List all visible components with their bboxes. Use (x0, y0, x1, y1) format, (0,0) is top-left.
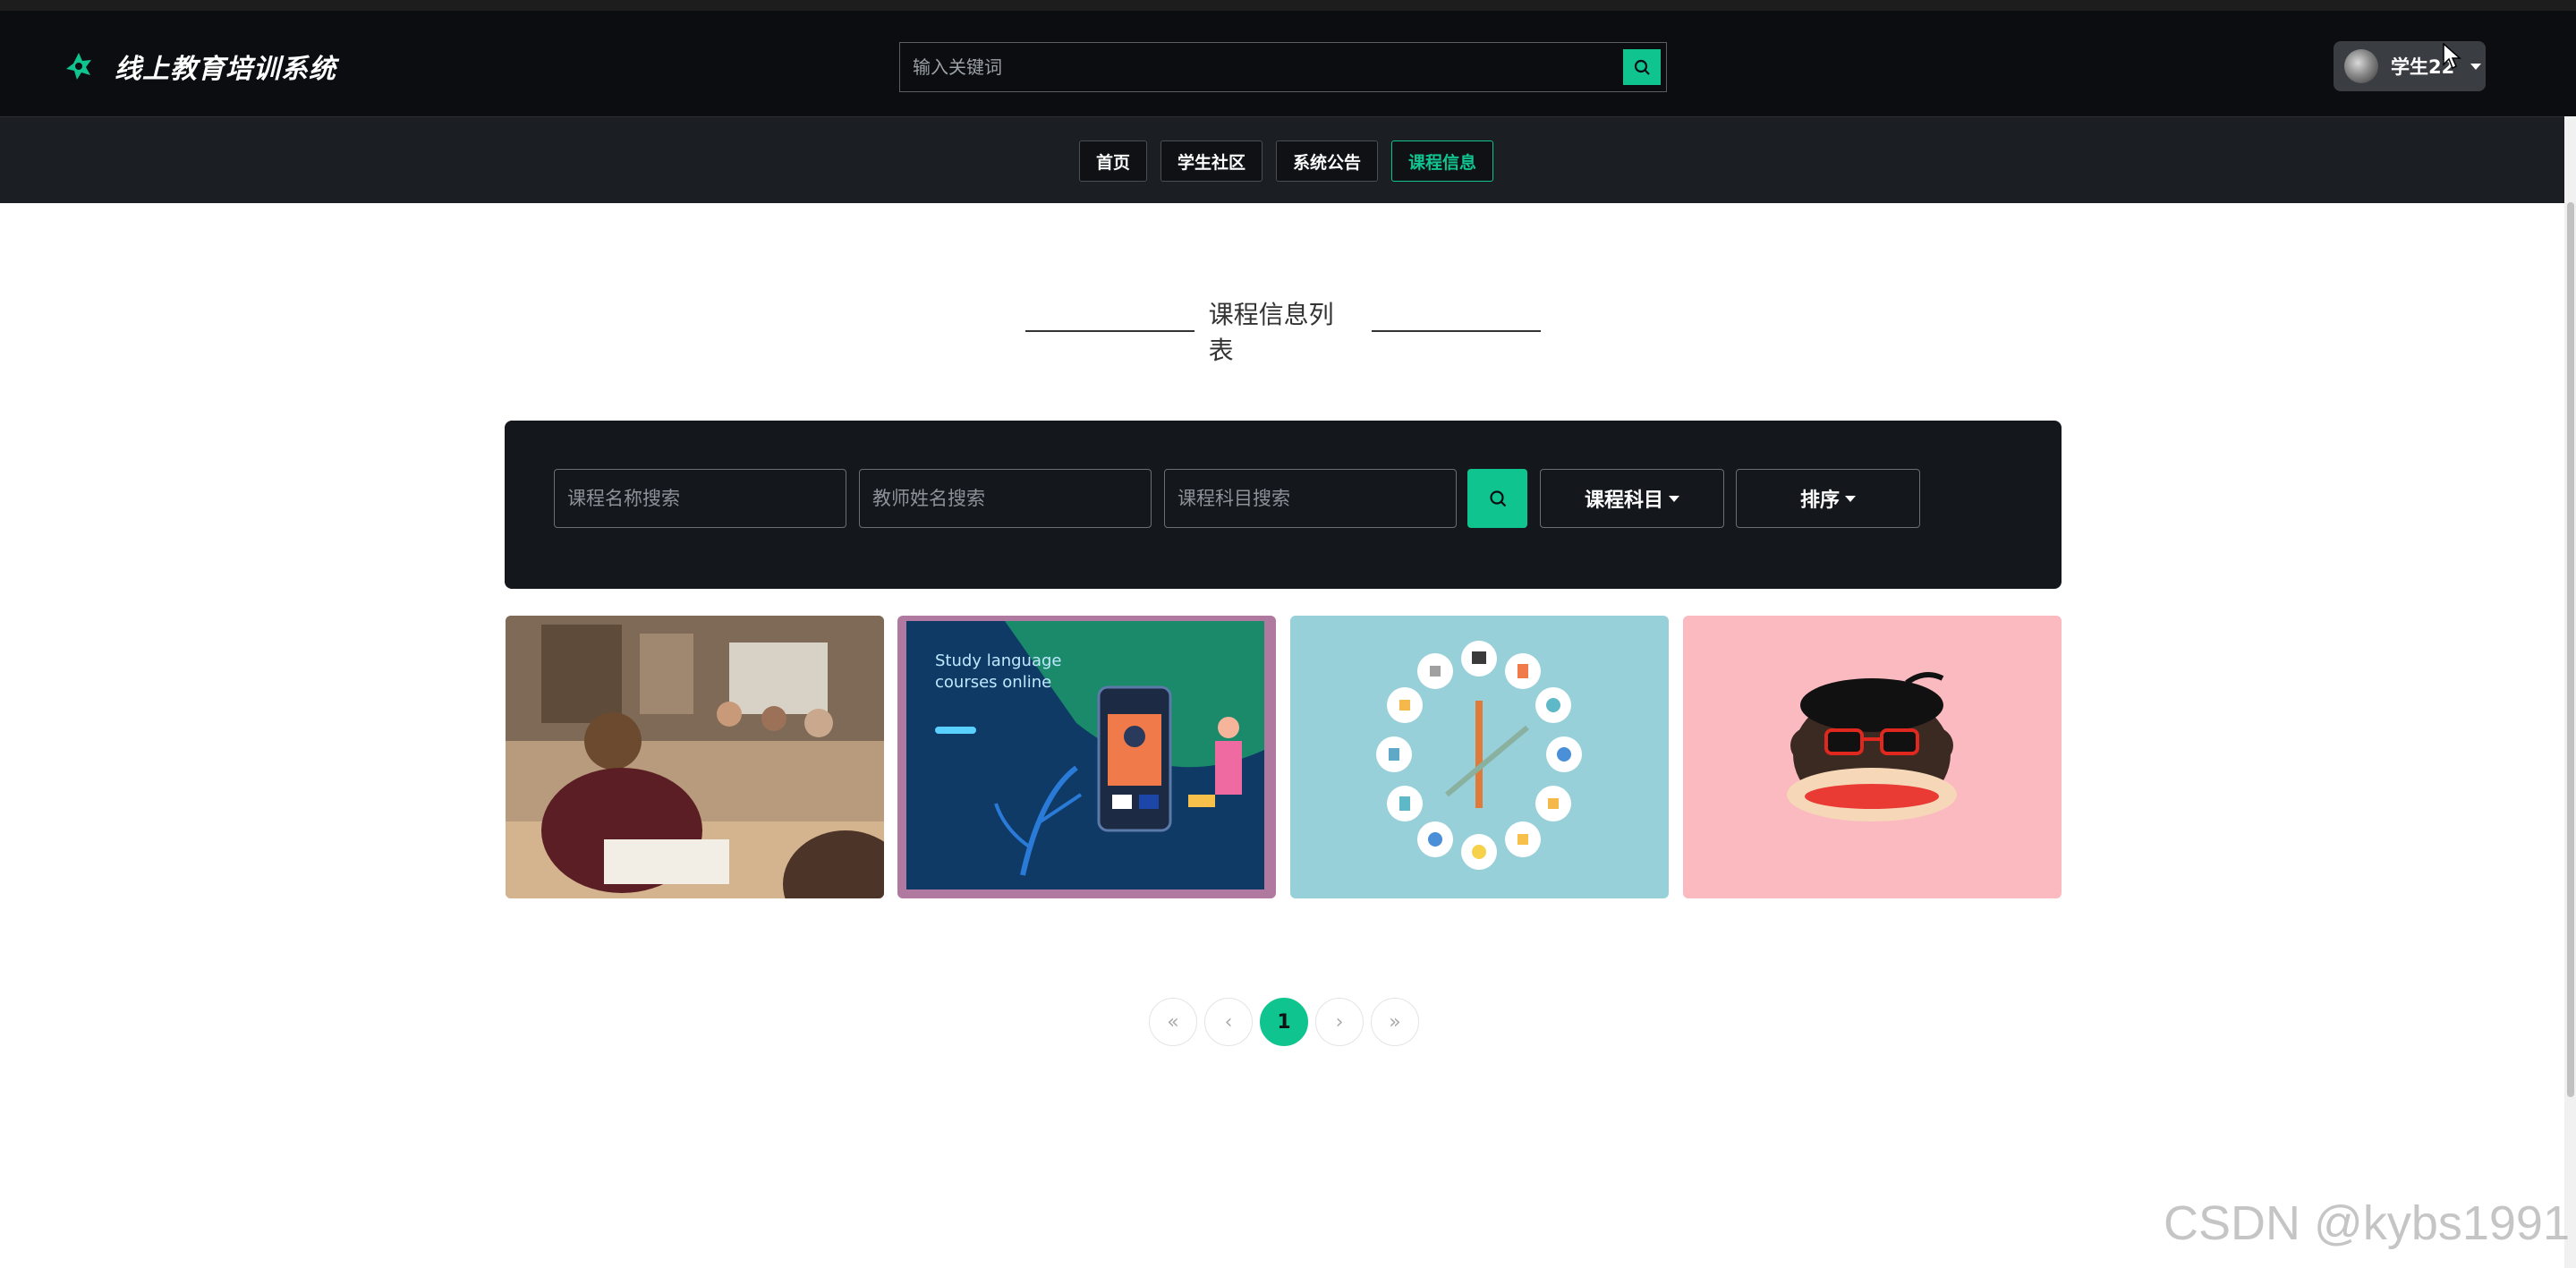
filter-panel: 课程科目 排序 (505, 421, 2062, 589)
nav-item-announcements[interactable]: 系统公告 (1276, 140, 1379, 182)
nav-item-course-info[interactable]: 课程信息 (1391, 140, 1494, 182)
search-icon (1634, 59, 1650, 75)
avatar (2344, 49, 2378, 83)
education-icons-image (1290, 616, 1669, 898)
course-card[interactable] (506, 616, 884, 898)
brand-title: 线上教育培训系统 (115, 54, 336, 85)
nav-items: 首页 学生社区 系统公告 课程信息 (1079, 140, 1494, 182)
header-search (899, 42, 1667, 92)
course-card[interactable] (1683, 616, 2062, 898)
chevron-down-icon (2470, 63, 2482, 70)
card-caption-line1: Study language (935, 651, 1062, 670)
pagination-next-button[interactable]: › (1315, 998, 1364, 1046)
sort-dropdown[interactable]: 排序 (1736, 469, 1920, 528)
page: 线上教育培训系统 学生22 首页 学生社区 系统公告 课程信息 (0, 0, 2576, 1268)
card-caption-line2: courses online (935, 673, 1051, 692)
scrollbar-thumb[interactable] (2567, 202, 2574, 1097)
pagination-first-button[interactable]: « (1149, 998, 1197, 1046)
course-card[interactable] (1290, 616, 1669, 898)
monkey-sunglasses-image (1683, 616, 2062, 898)
course-subject-dropdown-label: 课程科目 (1584, 489, 1663, 512)
classroom-students-image (506, 616, 884, 898)
course-card[interactable]: Study language courses online (897, 616, 1276, 898)
filter-search-button[interactable] (1467, 469, 1527, 528)
title-divider-right (1372, 330, 1541, 332)
course-subject-search-input[interactable] (1164, 469, 1457, 528)
watermark: CSDN @kybs1991 (2164, 1196, 2570, 1250)
chevron-down-icon (1669, 495, 1679, 502)
pagination-prev-button[interactable]: ‹ (1204, 998, 1253, 1046)
brand[interactable]: 线上教育培训系统 (63, 47, 336, 86)
user-menu[interactable]: 学生22 (2334, 41, 2486, 91)
study-language-image: Study language courses online (897, 616, 1276, 898)
top-strip (0, 0, 2576, 11)
search-icon (1489, 490, 1506, 507)
nav-item-home[interactable]: 首页 (1079, 140, 1148, 182)
course-subject-dropdown[interactable]: 课程科目 (1540, 469, 1724, 528)
header-search-input[interactable] (900, 43, 1616, 91)
pagination: « ‹ 1 › » (1149, 998, 1419, 1046)
section-title: 课程信息列表 (1025, 300, 1541, 365)
title-divider-left (1025, 330, 1194, 332)
chevron-down-icon (1845, 495, 1856, 502)
header: 线上教育培训系统 学生22 (0, 11, 2576, 116)
main-nav: 首页 学生社区 系统公告 课程信息 (0, 116, 2576, 203)
mouse-cursor-icon (2443, 43, 2461, 70)
pagination-page-1[interactable]: 1 (1260, 998, 1308, 1046)
pagination-last-button[interactable]: » (1371, 998, 1419, 1046)
teacher-name-search-input[interactable] (859, 469, 1152, 528)
brand-leaf-icon (66, 53, 91, 80)
header-search-button[interactable] (1623, 49, 1661, 85)
sort-dropdown-label: 排序 (1799, 489, 1840, 512)
nav-item-student-community[interactable]: 学生社区 (1160, 140, 1263, 182)
course-name-search-input[interactable] (554, 469, 846, 528)
section-title-text: 课程信息列表 (1208, 300, 1334, 365)
